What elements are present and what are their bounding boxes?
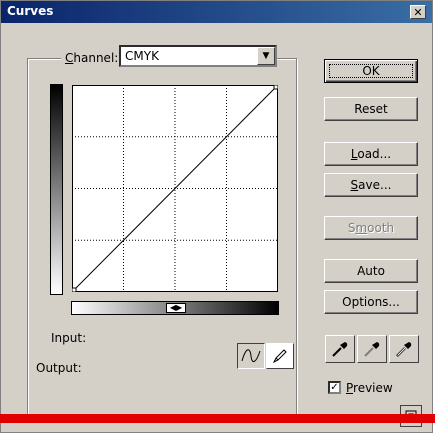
ok-button[interactable]: OK <box>324 59 418 83</box>
save-button[interactable]: Save... <box>324 173 418 197</box>
pencil-icon <box>272 349 287 364</box>
channel-label: Channel: <box>61 51 123 65</box>
channel-dropdown[interactable]: CMYK ▼ <box>119 45 277 67</box>
output-gradient-bar <box>50 84 63 295</box>
gray-eyedropper-icon <box>364 342 380 357</box>
white-eyedropper-button[interactable] <box>389 335 419 363</box>
curve-tool-button[interactable] <box>237 343 265 369</box>
chevron-down-icon[interactable]: ▼ <box>257 47 275 65</box>
dialog-title: Curves <box>7 4 54 18</box>
preview-checkbox[interactable]: ✓ <box>328 381 341 394</box>
eyedropper-group <box>325 335 419 365</box>
curve-point-end[interactable] <box>273 85 278 90</box>
input-label: Input: <box>51 331 87 345</box>
gradient-toggle-icon[interactable]: ◀▶ <box>166 303 186 313</box>
smooth-button[interactable]: Smooth <box>324 216 418 240</box>
pencil-tool-button[interactable] <box>266 343 294 369</box>
black-eyedropper-button[interactable] <box>325 335 355 363</box>
curves-dialog: Curves ✕ Channel: CMYK ▼ ◀▶ Input: Outpu… <box>0 0 433 433</box>
black-eyedropper-icon <box>332 342 348 357</box>
preview-label[interactable]: Preview <box>346 381 393 395</box>
curve-tools <box>237 343 295 369</box>
curve-graph[interactable] <box>72 85 278 292</box>
white-eyedropper-icon <box>396 342 412 357</box>
load-button[interactable]: Load... <box>324 142 418 166</box>
close-button[interactable]: ✕ <box>410 5 426 19</box>
auto-button[interactable]: Auto <box>324 259 418 283</box>
close-icon: ✕ <box>413 5 423 19</box>
reset-button[interactable]: Reset <box>324 97 418 121</box>
title-bar[interactable]: Curves ✕ <box>1 1 432 23</box>
options-button[interactable]: Options... <box>324 290 418 314</box>
curve-tool-icon <box>241 349 261 363</box>
gray-eyedropper-button[interactable] <box>357 335 387 363</box>
red-marker-line <box>0 414 435 423</box>
curve-point-start[interactable] <box>72 287 77 292</box>
channel-value: CMYK <box>125 49 159 63</box>
output-label: Output: <box>36 361 82 375</box>
